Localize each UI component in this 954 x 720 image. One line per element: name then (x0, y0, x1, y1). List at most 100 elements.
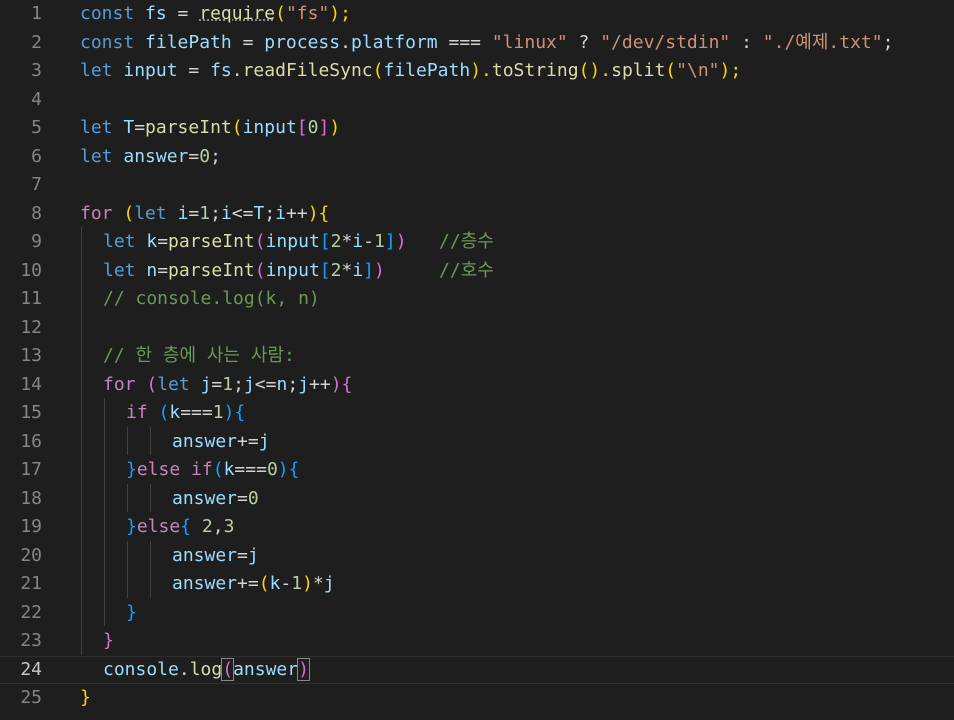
code-text: let k=parseInt(input[2*i-1]) //층수 (103, 228, 494, 257)
code-text: } (80, 684, 91, 713)
number-token: 0 (307, 117, 319, 138)
line-number[interactable]: 25 (0, 684, 42, 713)
identifier-token: k (146, 231, 158, 252)
line-number[interactable]: 15 (0, 399, 42, 428)
code-line[interactable]: 21 answer+=(k-1)*j (0, 570, 954, 599)
code-text: console.log(answer) (103, 656, 310, 685)
code-line[interactable]: 7 (0, 171, 954, 200)
bracket-token: ( (231, 117, 243, 138)
code-line[interactable]: 15 if (k===1){ (0, 399, 954, 428)
number-token: 1 (291, 573, 303, 594)
code-line[interactable]: 25 } (0, 684, 954, 713)
line-number[interactable]: 17 (0, 456, 42, 485)
operator-token: <= (231, 202, 254, 224)
operator-token: = (166, 3, 200, 24)
keyword-token: let (103, 231, 136, 252)
line-number[interactable]: 9 (0, 228, 42, 257)
line-number[interactable]: 12 (0, 314, 42, 343)
operator-token: === (437, 31, 492, 53)
code-line-current[interactable]: 24 console.log(answer) (0, 656, 954, 685)
identifier-token: j (258, 430, 270, 452)
line-number[interactable]: 2 (0, 29, 42, 58)
code-text: let input = fs.readFileSync(filePath).to… (80, 57, 741, 86)
operator-token: ; (233, 373, 244, 395)
identifier-token: answer (172, 544, 238, 566)
operator-token: === (180, 402, 213, 423)
line-number[interactable]: 4 (0, 86, 42, 115)
bracket-token: ( (275, 3, 286, 24)
code-text: answer+=(k-1)*j (172, 570, 335, 599)
code-line[interactable]: 5 let T=parseInt(input[0]) (0, 114, 954, 143)
line-number[interactable]: 21 (0, 570, 42, 599)
number-token: 0 (247, 487, 259, 509)
line-number-active[interactable]: 24 (0, 656, 42, 685)
line-number[interactable]: 19 (0, 513, 42, 542)
code-line[interactable]: 20 answer=j (0, 542, 954, 571)
bracket-token: [ (319, 231, 331, 252)
code-editor[interactable]: 1 const fs = require("fs"); 2 const file… (0, 0, 954, 720)
code-line[interactable]: 13 // 한 층에 사는 사람: (0, 342, 954, 371)
identifier-token: answer (172, 430, 238, 452)
operator-token: : (730, 31, 763, 53)
code-text: // console.log(k, n) (103, 285, 320, 314)
code-line[interactable]: 18 answer=0 (0, 485, 954, 514)
code-line[interactable]: 17 }else if(k===0){ (0, 456, 954, 485)
code-text: let T=parseInt(input[0]) (80, 114, 340, 143)
line-number[interactable]: 8 (0, 200, 42, 229)
line-number[interactable]: 13 (0, 342, 42, 371)
identifier-token: answer (233, 658, 299, 680)
keyword-token: let (80, 145, 113, 167)
identifier-token: i (275, 202, 286, 224)
bracket-token: ). (589, 60, 612, 81)
identifier-token: k (223, 459, 235, 480)
line-number[interactable]: 11 (0, 285, 42, 314)
line-number[interactable]: 7 (0, 171, 42, 200)
identifier-token: j (200, 373, 212, 395)
code-line[interactable]: 9 let k=parseInt(input[2*i-1]) //층수 (0, 228, 954, 257)
line-number[interactable]: 14 (0, 371, 42, 400)
line-number[interactable]: 3 (0, 57, 42, 86)
code-line[interactable]: 11 // console.log(k, n) (0, 285, 954, 314)
line-number[interactable]: 16 (0, 428, 42, 457)
operator-token: = (157, 231, 169, 252)
line-number[interactable]: 23 (0, 627, 42, 656)
line-number[interactable]: 18 (0, 485, 42, 514)
line-number[interactable]: 5 (0, 114, 42, 143)
operator-token: ; (287, 373, 299, 395)
bracket-token: ) (307, 202, 319, 224)
code-line[interactable]: 4 (0, 86, 954, 115)
line-number[interactable]: 6 (0, 143, 42, 172)
string-token: "/dev/stdin" (600, 31, 731, 53)
code-text: }else{ 2,3 (126, 513, 234, 542)
line-number[interactable]: 1 (0, 0, 42, 29)
line-number[interactable]: 22 (0, 599, 42, 628)
code-line[interactable]: 2 const filePath = process.platform === … (0, 29, 954, 58)
operator-token: += (237, 573, 259, 594)
code-line[interactable]: 3 let input = fs.readFileSync(filePath).… (0, 57, 954, 86)
bracket-token: ). (470, 60, 492, 81)
identifier-token: input (265, 231, 320, 252)
identifier-token: T (123, 117, 135, 138)
bracket-token: } (80, 687, 91, 708)
code-line[interactable]: 8 for (let i=1;i<=T;i++){ (0, 200, 954, 229)
line-number[interactable]: 10 (0, 257, 42, 286)
code-line[interactable]: 1 const fs = require("fs"); (0, 0, 954, 29)
keyword-token: let (80, 60, 113, 81)
line-number[interactable]: 20 (0, 542, 42, 571)
keyword-token: let (157, 373, 190, 395)
bracket-token: ) (223, 402, 235, 423)
code-line[interactable]: 22 } (0, 599, 954, 628)
code-line[interactable]: 23 } (0, 627, 954, 656)
code-text: if (k===1){ (126, 399, 245, 428)
code-line[interactable]: 6 let answer=0; (0, 143, 954, 172)
code-line[interactable]: 14 for (let j=1;j<=n;j++){ (0, 371, 954, 400)
code-line[interactable]: 19 }else{ 2,3 (0, 513, 954, 542)
code-line[interactable]: 10 let n=parseInt(input[2*i]) //호수 (0, 257, 954, 286)
code-line[interactable]: 16 answer+=j (0, 428, 954, 457)
code-text: answer=0 (172, 485, 259, 514)
operator-token: = (188, 202, 200, 224)
code-line[interactable]: 12 (0, 314, 954, 343)
